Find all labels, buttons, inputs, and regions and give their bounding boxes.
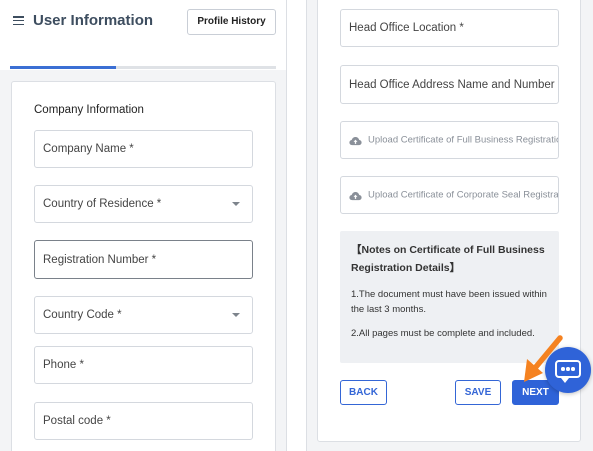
progress-bar (10, 66, 276, 69)
country-code-select[interactable]: Country Code * (34, 296, 253, 334)
postal-code-field[interactable]: Postal code * (34, 402, 253, 440)
head-office-address-field[interactable]: Head Office Address Name and Number * (340, 65, 559, 104)
profile-history-button[interactable]: Profile History (187, 9, 276, 35)
chevron-down-icon (232, 313, 240, 317)
page-title: User Information (33, 12, 154, 29)
registration-number-label: Registration Number * (43, 253, 157, 266)
chat-button[interactable] (545, 347, 591, 393)
back-button[interactable]: BACK (340, 380, 387, 405)
head-office-location-field[interactable]: Head Office Location * (340, 9, 559, 47)
save-button[interactable]: SAVE (455, 380, 501, 405)
head-office-location-label: Head Office Location * (349, 22, 464, 34)
phone-label: Phone * (43, 359, 84, 371)
upload-corporate-seal-label: Upload Certificate of Corporate Seal Reg… (368, 189, 559, 201)
postal-code-label: Postal code * (43, 415, 111, 427)
page-header: User Information Profile History (0, 0, 287, 42)
chat-bubble-icon (555, 360, 581, 383)
notes-title: 【Notes on Certificate of Full Business R… (351, 244, 545, 274)
registration-number-field[interactable]: Registration Number * (34, 240, 253, 279)
company-name-field[interactable]: Company Name * (34, 130, 253, 168)
upload-full-business-registration-label: Upload Certificate of Full Business Regi… (368, 134, 558, 146)
phone-field[interactable]: Phone * (34, 346, 253, 384)
section-title: Company Information (34, 104, 144, 116)
note-item: 2.All pages must be complete and include… (351, 328, 535, 339)
country-of-residence-select[interactable]: Country of Residence * (34, 185, 253, 223)
country-code-label: Country Code * (43, 309, 122, 321)
upload-corporate-seal[interactable]: Upload Certificate of Corporate Seal Reg… (340, 176, 559, 214)
progress-bar-fill (10, 66, 117, 69)
chevron-down-icon (232, 202, 240, 206)
country-of-residence-label: Country of Residence * (43, 198, 162, 210)
company-name-label: Company Name * (43, 143, 134, 155)
head-office-address-label: Head Office Address Name and Number * (349, 78, 559, 91)
cloud-upload-icon (349, 191, 362, 201)
cloud-upload-icon (349, 136, 362, 146)
hamburger-menu-icon[interactable] (13, 16, 24, 26)
note-item: 1.The document must have been issued wit… (351, 289, 547, 315)
upload-full-business-registration[interactable]: Upload Certificate of Full Business Regi… (340, 121, 559, 159)
